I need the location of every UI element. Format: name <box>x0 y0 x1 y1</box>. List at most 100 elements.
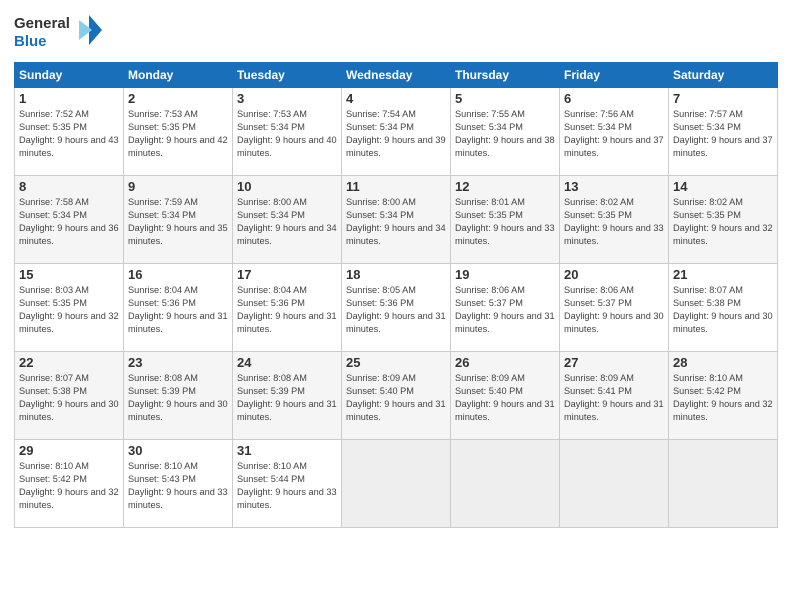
day-number: 20 <box>564 267 664 282</box>
day-info: Sunrise: 8:08 AMSunset: 5:39 PMDaylight:… <box>237 373 337 422</box>
day-info: Sunrise: 8:06 AMSunset: 5:37 PMDaylight:… <box>455 285 555 334</box>
week-row-2: 8 Sunrise: 7:58 AMSunset: 5:34 PMDayligh… <box>15 176 778 264</box>
day-number: 9 <box>128 179 228 194</box>
day-number: 11 <box>346 179 446 194</box>
week-row-3: 15 Sunrise: 8:03 AMSunset: 5:35 PMDaylig… <box>15 264 778 352</box>
day-number: 2 <box>128 91 228 106</box>
day-number: 24 <box>237 355 337 370</box>
day-cell: 25 Sunrise: 8:09 AMSunset: 5:40 PMDaylig… <box>342 352 451 440</box>
day-info: Sunrise: 7:55 AMSunset: 5:34 PMDaylight:… <box>455 109 555 158</box>
day-cell: 21 Sunrise: 8:07 AMSunset: 5:38 PMDaylig… <box>669 264 778 352</box>
day-info: Sunrise: 8:09 AMSunset: 5:40 PMDaylight:… <box>346 373 446 422</box>
weekday-header-wednesday: Wednesday <box>342 63 451 88</box>
day-cell: 19 Sunrise: 8:06 AMSunset: 5:37 PMDaylig… <box>451 264 560 352</box>
day-info: Sunrise: 7:53 AMSunset: 5:35 PMDaylight:… <box>128 109 228 158</box>
weekday-header-monday: Monday <box>124 63 233 88</box>
day-cell: 30 Sunrise: 8:10 AMSunset: 5:43 PMDaylig… <box>124 440 233 528</box>
svg-text:General: General <box>14 15 70 32</box>
day-info: Sunrise: 7:52 AMSunset: 5:35 PMDaylight:… <box>19 109 119 158</box>
day-cell: 4 Sunrise: 7:54 AMSunset: 5:34 PMDayligh… <box>342 88 451 176</box>
weekday-header-sunday: Sunday <box>15 63 124 88</box>
weekday-header-thursday: Thursday <box>451 63 560 88</box>
logo: General Blue <box>14 10 104 54</box>
weekday-header-row: SundayMondayTuesdayWednesdayThursdayFrid… <box>15 63 778 88</box>
day-number: 27 <box>564 355 664 370</box>
day-cell: 6 Sunrise: 7:56 AMSunset: 5:34 PMDayligh… <box>560 88 669 176</box>
day-info: Sunrise: 8:10 AMSunset: 5:44 PMDaylight:… <box>237 461 337 510</box>
day-cell <box>451 440 560 528</box>
day-info: Sunrise: 7:58 AMSunset: 5:34 PMDaylight:… <box>19 197 119 246</box>
day-number: 17 <box>237 267 337 282</box>
day-number: 31 <box>237 443 337 458</box>
day-number: 14 <box>673 179 773 194</box>
day-number: 10 <box>237 179 337 194</box>
day-number: 5 <box>455 91 555 106</box>
day-cell: 22 Sunrise: 8:07 AMSunset: 5:38 PMDaylig… <box>15 352 124 440</box>
day-cell <box>342 440 451 528</box>
day-cell: 28 Sunrise: 8:10 AMSunset: 5:42 PMDaylig… <box>669 352 778 440</box>
day-info: Sunrise: 8:09 AMSunset: 5:41 PMDaylight:… <box>564 373 664 422</box>
day-number: 18 <box>346 267 446 282</box>
day-info: Sunrise: 8:10 AMSunset: 5:42 PMDaylight:… <box>673 373 773 422</box>
day-number: 3 <box>237 91 337 106</box>
day-cell: 7 Sunrise: 7:57 AMSunset: 5:34 PMDayligh… <box>669 88 778 176</box>
day-info: Sunrise: 8:06 AMSunset: 5:37 PMDaylight:… <box>564 285 664 334</box>
day-info: Sunrise: 8:03 AMSunset: 5:35 PMDaylight:… <box>19 285 119 334</box>
day-number: 30 <box>128 443 228 458</box>
day-number: 15 <box>19 267 119 282</box>
day-info: Sunrise: 7:53 AMSunset: 5:34 PMDaylight:… <box>237 109 337 158</box>
day-info: Sunrise: 8:00 AMSunset: 5:34 PMDaylight:… <box>346 197 446 246</box>
day-cell <box>669 440 778 528</box>
day-number: 22 <box>19 355 119 370</box>
day-cell: 2 Sunrise: 7:53 AMSunset: 5:35 PMDayligh… <box>124 88 233 176</box>
day-number: 23 <box>128 355 228 370</box>
day-info: Sunrise: 8:02 AMSunset: 5:35 PMDaylight:… <box>564 197 664 246</box>
day-number: 8 <box>19 179 119 194</box>
day-cell: 26 Sunrise: 8:09 AMSunset: 5:40 PMDaylig… <box>451 352 560 440</box>
day-info: Sunrise: 8:07 AMSunset: 5:38 PMDaylight:… <box>673 285 773 334</box>
day-cell: 3 Sunrise: 7:53 AMSunset: 5:34 PMDayligh… <box>233 88 342 176</box>
day-cell: 27 Sunrise: 8:09 AMSunset: 5:41 PMDaylig… <box>560 352 669 440</box>
day-number: 26 <box>455 355 555 370</box>
day-info: Sunrise: 7:59 AMSunset: 5:34 PMDaylight:… <box>128 197 228 246</box>
day-number: 7 <box>673 91 773 106</box>
day-info: Sunrise: 8:10 AMSunset: 5:42 PMDaylight:… <box>19 461 119 510</box>
day-cell: 15 Sunrise: 8:03 AMSunset: 5:35 PMDaylig… <box>15 264 124 352</box>
day-info: Sunrise: 8:00 AMSunset: 5:34 PMDaylight:… <box>237 197 337 246</box>
day-cell: 8 Sunrise: 7:58 AMSunset: 5:34 PMDayligh… <box>15 176 124 264</box>
day-number: 12 <box>455 179 555 194</box>
day-number: 1 <box>19 91 119 106</box>
day-cell <box>560 440 669 528</box>
day-number: 25 <box>346 355 446 370</box>
day-number: 19 <box>455 267 555 282</box>
day-number: 28 <box>673 355 773 370</box>
day-cell: 9 Sunrise: 7:59 AMSunset: 5:34 PMDayligh… <box>124 176 233 264</box>
day-info: Sunrise: 7:54 AMSunset: 5:34 PMDaylight:… <box>346 109 446 158</box>
day-info: Sunrise: 8:09 AMSunset: 5:40 PMDaylight:… <box>455 373 555 422</box>
week-row-5: 29 Sunrise: 8:10 AMSunset: 5:42 PMDaylig… <box>15 440 778 528</box>
day-cell: 12 Sunrise: 8:01 AMSunset: 5:35 PMDaylig… <box>451 176 560 264</box>
day-info: Sunrise: 7:56 AMSunset: 5:34 PMDaylight:… <box>564 109 664 158</box>
week-row-4: 22 Sunrise: 8:07 AMSunset: 5:38 PMDaylig… <box>15 352 778 440</box>
day-cell: 11 Sunrise: 8:00 AMSunset: 5:34 PMDaylig… <box>342 176 451 264</box>
day-info: Sunrise: 8:02 AMSunset: 5:35 PMDaylight:… <box>673 197 773 246</box>
weekday-header-friday: Friday <box>560 63 669 88</box>
day-cell: 1 Sunrise: 7:52 AMSunset: 5:35 PMDayligh… <box>15 88 124 176</box>
day-cell: 20 Sunrise: 8:06 AMSunset: 5:37 PMDaylig… <box>560 264 669 352</box>
day-number: 21 <box>673 267 773 282</box>
week-row-1: 1 Sunrise: 7:52 AMSunset: 5:35 PMDayligh… <box>15 88 778 176</box>
day-info: Sunrise: 8:08 AMSunset: 5:39 PMDaylight:… <box>128 373 228 422</box>
logo-svg: General Blue <box>14 10 104 54</box>
svg-text:Blue: Blue <box>14 33 47 50</box>
header: General Blue <box>14 10 778 54</box>
day-number: 13 <box>564 179 664 194</box>
day-cell: 14 Sunrise: 8:02 AMSunset: 5:35 PMDaylig… <box>669 176 778 264</box>
day-number: 4 <box>346 91 446 106</box>
day-cell: 10 Sunrise: 8:00 AMSunset: 5:34 PMDaylig… <box>233 176 342 264</box>
day-info: Sunrise: 7:57 AMSunset: 5:34 PMDaylight:… <box>673 109 773 158</box>
day-cell: 16 Sunrise: 8:04 AMSunset: 5:36 PMDaylig… <box>124 264 233 352</box>
day-info: Sunrise: 8:04 AMSunset: 5:36 PMDaylight:… <box>237 285 337 334</box>
calendar-table: SundayMondayTuesdayWednesdayThursdayFrid… <box>14 62 778 528</box>
weekday-header-saturday: Saturday <box>669 63 778 88</box>
day-info: Sunrise: 8:05 AMSunset: 5:36 PMDaylight:… <box>346 285 446 334</box>
